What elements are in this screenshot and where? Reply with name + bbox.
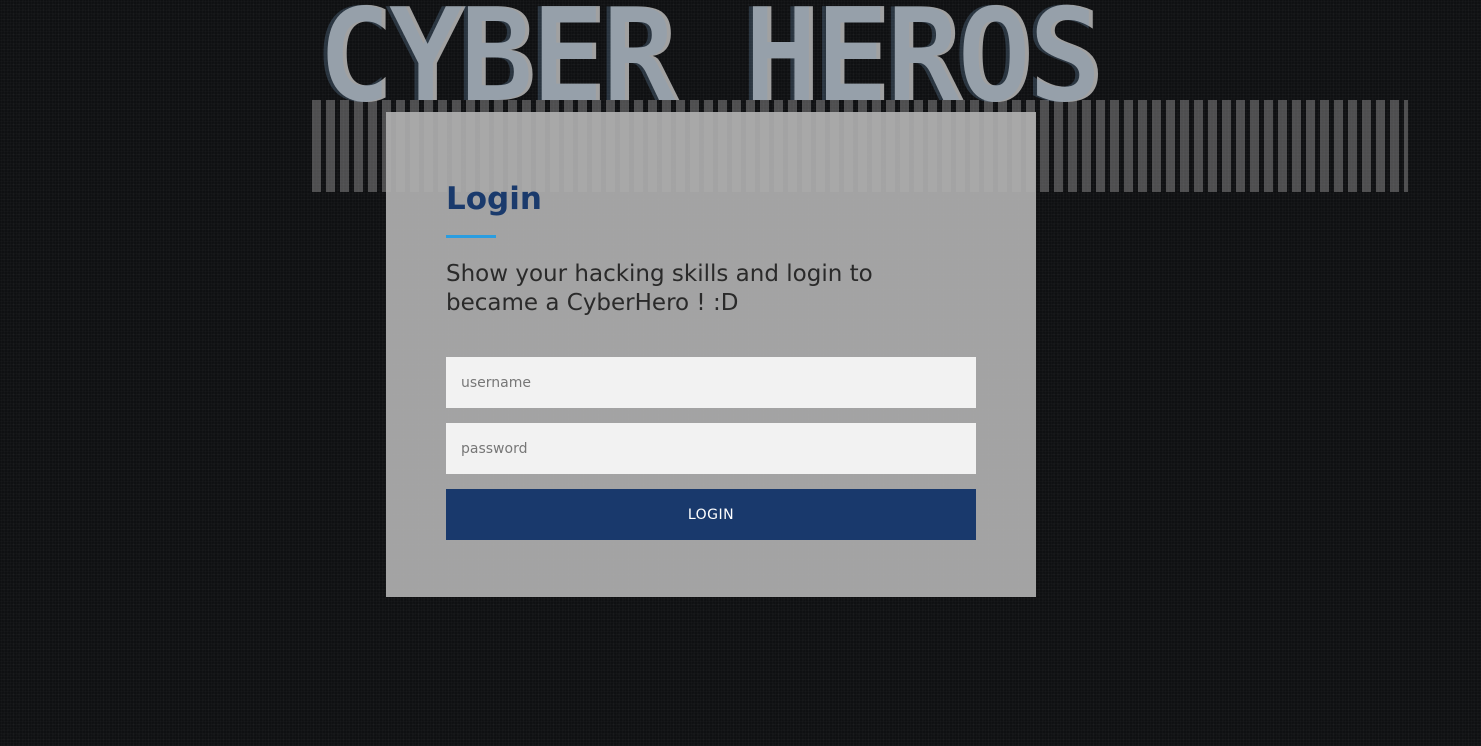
title-underline: [446, 235, 496, 238]
password-input[interactable]: [446, 423, 976, 474]
login-button[interactable]: LOGIN: [446, 489, 976, 540]
login-card: Login Show your hacking skills and login…: [386, 112, 1036, 597]
login-title: Login: [446, 181, 542, 217]
login-description: Show your hacking skills and login to be…: [446, 261, 873, 316]
username-input[interactable]: [446, 357, 976, 408]
